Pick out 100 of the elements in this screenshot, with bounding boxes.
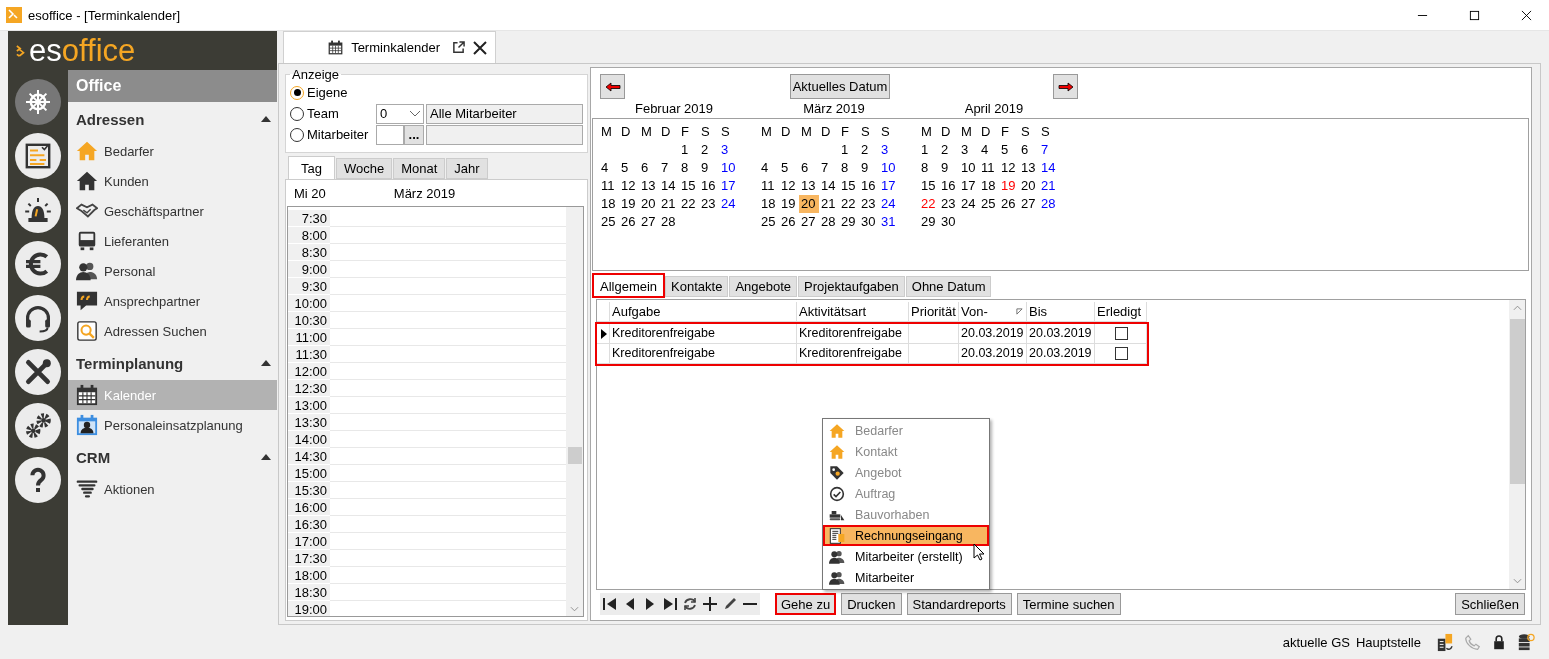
calendar-day[interactable]: 26 [619,213,639,231]
nav-item[interactable]: Bedarfer [68,136,277,166]
toolbar-button[interactable]: Gehe zu [775,593,837,615]
nav-rail-button[interactable] [15,403,61,449]
menu-item[interactable]: Mitarbeiter (erstellt) [823,546,989,567]
toolbar-button[interactable]: Termine suchen [1016,593,1121,615]
calendar-day[interactable]: 12 [999,159,1019,177]
calendar-day[interactable]: 21 [1039,177,1059,195]
time-grid[interactable]: 7:30 8:00 8:30 9:00 9:30 10:00 10:30 11:00 11:30 12:00 12:30 13:00 13:30 14:00 14:30 15:00 15:30 16:00 16:30 17:00 17:30 18:00 18:30 19:00 [287,206,584,617]
browse-button[interactable]: ... [404,124,424,145]
calendar-day[interactable]: 17 [959,177,979,195]
nav-item[interactable]: Aktionen [68,474,277,504]
calendar-day[interactable]: 9 [699,159,719,177]
checkbox[interactable] [1115,347,1128,360]
calendar-day[interactable]: 1 [679,141,699,159]
document-tab[interactable]: Terminkalender [283,31,496,63]
calendar-day[interactable]: 25 [979,195,999,213]
tab[interactable]: Kontakte [665,276,729,297]
menu-item[interactable]: Mitarbeiter [823,567,989,588]
calendar-day[interactable]: 26 [999,195,1019,213]
calendar-day[interactable]: 20 [799,195,819,213]
calendar-day[interactable]: 12 [619,177,639,195]
calendar-day[interactable]: 27 [639,213,659,231]
calendar-day[interactable]: 2 [699,141,719,159]
calendar-day[interactable]: 14 [819,177,839,195]
menu-item[interactable]: Rechnungseingang [823,525,989,546]
calendar-day[interactable]: 22 [919,195,939,213]
calendar-day[interactable]: 19 [999,177,1019,195]
tab[interactable]: Allgemein [593,274,665,297]
calendar-day[interactable]: 8 [919,159,939,177]
calendar-day[interactable]: 6 [1019,141,1039,159]
nav-rail-button[interactable] [15,133,61,179]
calendar-day[interactable]: 23 [939,195,959,213]
column-header[interactable]: Von- [959,302,1027,322]
tab[interactable]: Woche [335,158,393,179]
next-button[interactable] [1053,74,1078,99]
calendar-day[interactable]: 8 [679,159,699,177]
calendar-day[interactable]: 19 [779,195,799,213]
radio-button[interactable] [290,85,304,100]
nav-item[interactable]: Personal [68,256,277,286]
nav-item[interactable]: Geschäftspartner [68,196,277,226]
radio-label[interactable]: Mitarbeiter [307,127,369,142]
tab[interactable]: Tag [288,156,335,179]
calendar-day[interactable]: 9 [859,159,879,177]
previous-button[interactable] [600,74,625,99]
pencil-icon[interactable] [722,596,738,612]
calendar-day[interactable]: 3 [879,141,899,159]
text-field[interactable]: Alle Mitarbeiter [426,103,583,124]
calendar-day[interactable]: 17 [879,177,899,195]
calendar-day[interactable]: 26 [779,213,799,231]
calendar-day[interactable]: 16 [939,177,959,195]
calendar-day[interactable]: 13 [639,177,659,195]
calendar-day[interactable]: 7 [659,159,679,177]
calendar-day[interactable]: 31 [879,213,899,231]
calendar-day[interactable]: 3 [959,141,979,159]
refresh-icon[interactable] [682,596,698,612]
nav-item[interactable]: Lieferanten [68,226,277,256]
calendar-day[interactable]: 13 [1019,159,1039,177]
calendar-day[interactable]: 5 [619,159,639,177]
toolbar-button[interactable]: Drucken [841,593,902,615]
calendar-day[interactable]: 11 [599,177,619,195]
scrollbar[interactable] [566,207,583,616]
calendar-day[interactable]: 21 [819,195,839,213]
calendar-day[interactable]: 24 [879,195,899,213]
calendar-day[interactable]: 24 [719,195,739,213]
last-icon[interactable] [662,596,678,612]
calendar-day[interactable]: 30 [939,213,959,231]
calendar-day[interactable]: 21 [659,195,679,213]
calendar-day[interactable]: 29 [919,213,939,231]
scrollbar[interactable] [1509,300,1525,589]
maximize-icon[interactable] [1468,9,1480,21]
scrollbar-thumb[interactable] [567,447,582,464]
calendar-day[interactable]: 5 [999,141,1019,159]
calendar-day[interactable]: 8 [839,159,859,177]
calendar-day[interactable]: 7 [1039,141,1059,159]
calendar-day[interactable]: 5 [779,159,799,177]
calendar-day[interactable]: 23 [859,195,879,213]
calendar-day[interactable]: 1 [839,141,859,159]
caret-icon[interactable] [261,116,271,122]
calendar-day[interactable]: 15 [839,177,859,195]
calendar-day[interactable]: 12 [779,177,799,195]
nav-item[interactable]: Personaleinsatzplanung [68,410,277,440]
calendar-day[interactable]: 20 [1019,177,1039,195]
calendar-day[interactable]: 2 [859,141,879,159]
calendar-day[interactable]: 10 [959,159,979,177]
calendar-day[interactable]: 23 [699,195,719,213]
nav-rail-button[interactable] [15,349,61,395]
building-icon[interactable] [1435,632,1454,652]
column-header[interactable]: Aufgabe [610,302,797,322]
nav-rail-button[interactable] [15,241,61,287]
calendar-day[interactable]: 11 [979,159,999,177]
calendar-day[interactable]: 4 [979,141,999,159]
calendar-day[interactable]: 18 [759,195,779,213]
calendar-day[interactable]: 14 [1039,159,1059,177]
calendar-day[interactable]: 28 [819,213,839,231]
close-button[interactable]: Schließen [1455,593,1525,615]
group-title[interactable]: Adressen [76,110,145,128]
group-title[interactable]: CRM [76,448,111,466]
radio-button[interactable] [290,106,304,121]
calendar-day[interactable]: 3 [719,141,739,159]
